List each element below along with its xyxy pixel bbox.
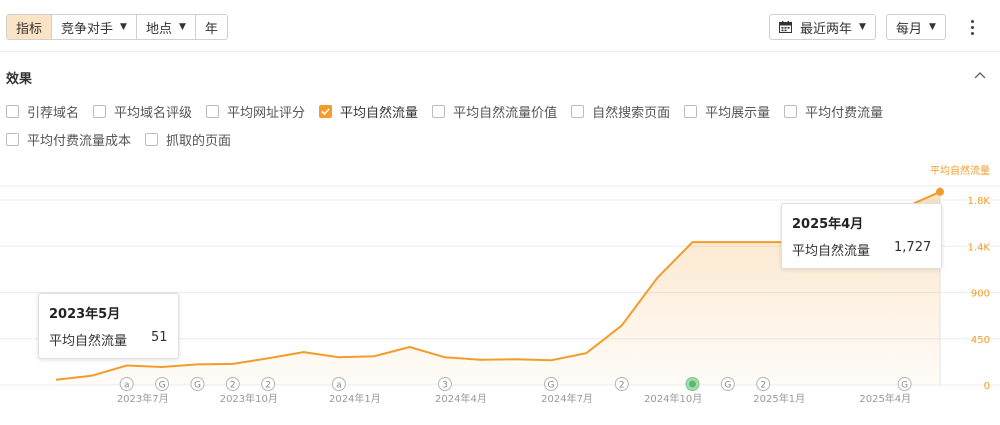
tab-location-label: 地点 [145,21,172,37]
metric-label: 平均自然流量 [340,106,419,121]
more-vertical-icon[interactable] [964,14,980,40]
y-tick-label: 1.4K [968,242,991,253]
date-range-dropdown[interactable]: 最近两年 ▼ [769,14,876,40]
x-tick-label: 2023年10月 [220,392,278,405]
tooltip-value: 1,727 [894,240,932,255]
checkbox-box[interactable] [206,105,220,118]
metric-checkbox[interactable]: 平均付费流量成本 [6,130,131,149]
metric-checkbox[interactable]: 平均网址评分 [206,102,305,121]
interval-dropdown[interactable]: 每月 ▼ [886,14,946,40]
checkbox-box[interactable] [6,133,19,146]
tab-competitors-label: 竞争对手 [61,21,114,37]
toolbar: 指标 竞争对手 ▼ 地点 ▼ 年 最近两年 ▼ 每月 ▼ [0,0,1000,52]
metric-label: 平均网址评分 [227,106,306,121]
checkbox-box[interactable] [6,105,19,118]
caret-down-icon: ▼ [120,22,127,32]
tab-metrics[interactable]: 指标 [7,15,53,39]
caret-down-icon: ▼ [178,22,186,32]
chart-tooltip-end: 2025年4月 平均自然流量 1,727 [781,203,943,269]
annotation-marker-label: 2 [230,381,236,391]
tooltip-title: 2025年4月 [792,217,864,232]
checkbox-box[interactable] [93,105,107,118]
annotation-marker-dot [688,380,696,388]
tab-competitors[interactable]: 竞争对手 ▼ [52,15,137,39]
x-tick-label: 2025年1月 [753,392,805,405]
caret-down-icon: ▼ [859,22,866,32]
metric-checkbox[interactable]: 平均自然流量价值 [432,102,557,121]
chart-svg: 04509001.4K1.8K平均自然流量a G G 2 2 a 3 G 2 G 2 G2023年7月… [0,164,1000,405]
metric-label: 平均付费流量成本 [27,134,132,149]
interval-label: 每月 [896,21,923,37]
metric-checkbox[interactable]: 平均展示量 [684,102,770,121]
calendar-icon [779,21,792,33]
metric-label: 自然搜索页面 [592,106,671,121]
metric-checkbox-row-1: 引荐域名 平均域名评级 平均网址评分 平均自然流量 平均自然流量价值 自然搜索页… [6,102,897,121]
annotation-marker-label: a [124,381,130,391]
checkbox-box[interactable] [784,105,798,118]
annotation-marker-label: 2 [760,381,766,391]
annotation-marker-label: a [336,381,342,391]
checkbox-box[interactable] [684,105,698,118]
tab-year[interactable]: 年 [196,15,227,39]
x-tick-label: 2024年7月 [541,392,593,405]
checkbox-box-checked[interactable] [319,105,333,118]
metric-checkbox[interactable]: 抓取的页面 [145,130,231,149]
annotation-marker-label: 2 [265,381,271,391]
metric-label: 引荐域名 [27,106,80,121]
section-title: 效果 [6,72,33,87]
metric-checkbox[interactable]: 平均域名评级 [93,102,192,121]
chart-tooltip-start: 2023年5月 平均自然流量 51 [38,293,179,359]
metric-checkbox[interactable]: 自然搜索页面 [571,102,670,121]
metric-checkbox[interactable]: 平均付费流量 [784,102,883,121]
annotation-marker-label: G [159,381,166,391]
tab-metrics-label: 指标 [16,21,43,37]
y-tick-label: 1.8K [968,196,991,207]
date-range-label: 最近两年 [800,21,853,37]
tooltip-metric: 平均自然流量 [792,244,871,259]
metric-checkbox[interactable]: 引荐域名 [6,102,79,121]
annotation-marker-label: G [724,381,731,391]
view-segmented-control: 指标 竞争对手 ▼ 地点 ▼ 年 [6,14,228,40]
metric-label: 平均付费流量 [805,106,884,121]
caret-down-icon: ▼ [929,22,936,32]
annotation-marker-label: G [901,381,908,391]
x-tick-label: 2025年4月 [859,392,911,405]
y-axis-title: 平均自然流量 [930,164,990,177]
metric-checkbox-organic-traffic[interactable]: 平均自然流量 [319,102,418,121]
tab-location[interactable]: 地点 ▼ [137,15,196,39]
annotation-marker-label: 3 [442,381,448,391]
metric-checkbox-row-2: 平均付费流量成本 抓取的页面 [6,130,245,149]
tooltip-metric: 平均自然流量 [49,334,128,349]
y-tick-label: 450 [971,335,990,346]
checkbox-box[interactable] [571,105,585,118]
metric-label: 平均自然流量价值 [453,106,558,121]
organic-traffic-chart: 0 450 900 1.4K 1.8K 平均自然流量 a G G 2 2 a 3 G 2 G 2 G 2023年7月… [0,150,1000,420]
tooltip-value: 51 [151,330,168,345]
x-tick-label: 2023年7月 [117,392,169,405]
x-tick-label: 2024年10月 [644,392,702,405]
tab-year-label: 年 [204,21,218,37]
annotation-marker-label: 2 [619,381,625,391]
annotation-marker-label: G [548,381,555,391]
metric-label: 抓取的页面 [166,134,232,149]
data-point-last [936,187,944,196]
metric-label: 平均域名评级 [114,106,193,121]
chevron-up-icon[interactable] [972,68,988,84]
metric-label: 平均展示量 [705,106,771,121]
y-tick-label: 0 [984,381,990,392]
y-tick-label: 900 [971,289,990,300]
checkbox-box[interactable] [432,105,446,118]
annotation-marker-label: G [194,381,201,391]
x-tick-label: 2024年1月 [329,392,381,405]
x-tick-label: 2024年4月 [435,392,487,405]
tooltip-title: 2023年5月 [49,307,121,322]
checkbox-box[interactable] [145,133,159,146]
check-icon [321,108,330,116]
